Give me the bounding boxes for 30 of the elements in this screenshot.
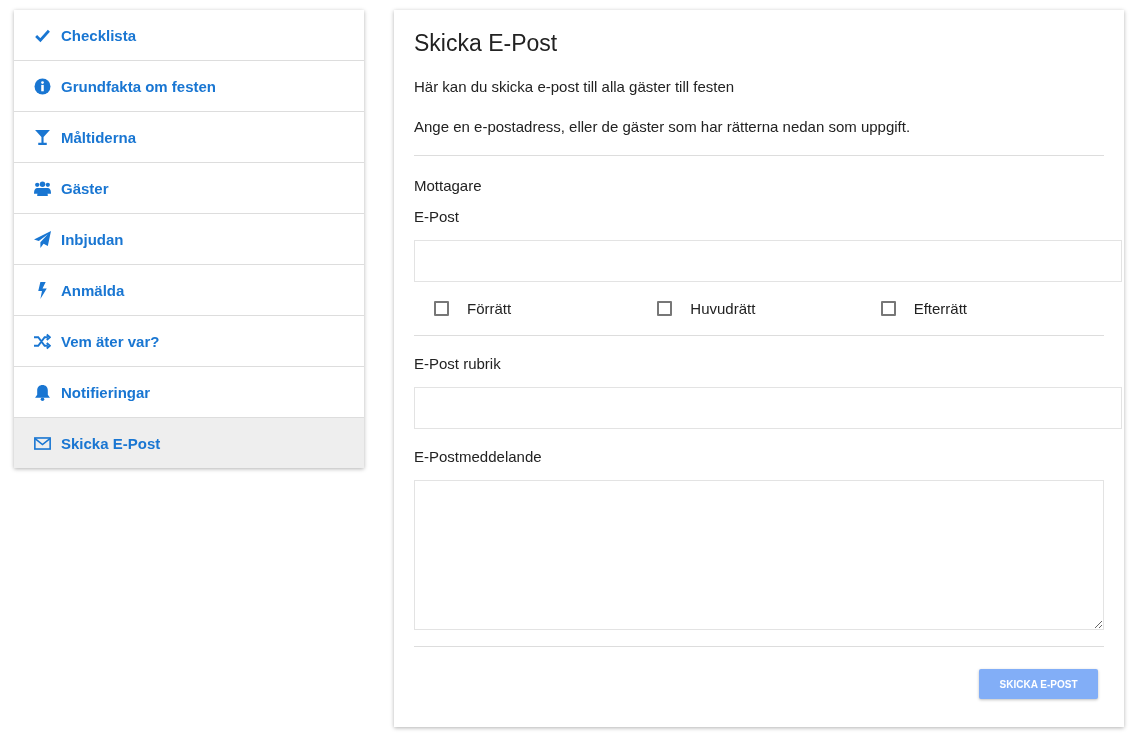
sidebar-item[interactable]: Måltiderna [14, 112, 364, 163]
sidebar-item[interactable]: Gäster [14, 163, 364, 214]
users-icon [34, 179, 51, 197]
paper-plane-icon [34, 230, 51, 248]
field-label: E-Post rubrik [414, 354, 501, 374]
sidebar-item[interactable]: Vem äter var? [14, 316, 364, 367]
checkbox[interactable] [657, 301, 673, 316]
subject-input[interactable] [414, 387, 1122, 429]
intro-text: Här kan du skicka e-post till alla gäster till festen [414, 77, 736, 97]
glass-icon [34, 128, 51, 146]
card-title: Skicka E-Post [414, 30, 559, 57]
field-label: E-Postmeddelande [414, 447, 542, 467]
shuffle-icon [34, 332, 51, 350]
sidebar-item[interactable]: Anmälda [14, 265, 364, 316]
sidebar-item[interactable]: Skicka E-Post [14, 418, 364, 468]
checkbox[interactable] [434, 301, 449, 316]
checkbox-label: Huvudrätt [690, 300, 756, 317]
bell-icon [34, 383, 51, 401]
sidebar-item[interactable]: Inbjudan [14, 214, 364, 265]
envelope-icon [34, 434, 51, 452]
intro-text: Ange en e-postadress, eller de gäster som har rätterna nedan som uppgift. [414, 117, 912, 137]
section-heading: Mottagare [414, 176, 482, 196]
email-input[interactable] [414, 240, 1122, 282]
checkbox-label: Efterrätt [913, 300, 967, 317]
info-icon [34, 77, 51, 95]
checkbox-label: Förrätt [467, 300, 512, 317]
field-label: E-Post [414, 207, 459, 227]
checkbox[interactable] [880, 301, 896, 316]
sidebar-item[interactable]: Checklista [14, 10, 364, 61]
sidebar-item[interactable]: Grundfakta om festen [14, 61, 364, 112]
